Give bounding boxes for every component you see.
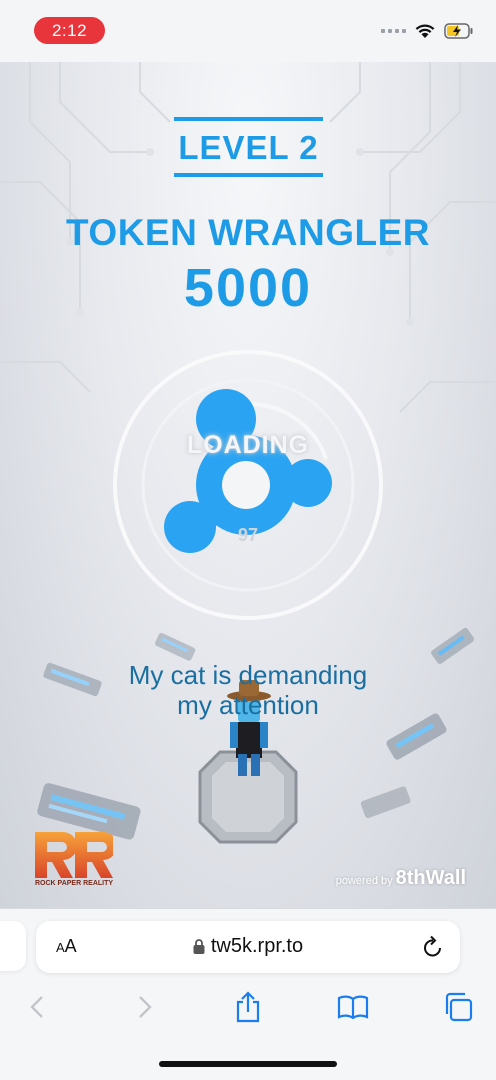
loading-message: My cat is demanding my attention bbox=[0, 660, 496, 720]
loading-spinner bbox=[113, 350, 383, 620]
rock-paper-reality-logo: ROCK PAPER REALITY bbox=[35, 832, 117, 892]
message-line-1: My cat is demanding bbox=[128, 660, 368, 690]
status-bar: 2:12 bbox=[0, 0, 496, 62]
browser-chrome: AA tw5k.rpr.to bbox=[0, 908, 496, 1080]
address-bar[interactable]: AA tw5k.rpr.to bbox=[36, 921, 460, 973]
powered-by-badge[interactable]: powered by 8thWall bbox=[336, 867, 466, 890]
message-line-2: my attention bbox=[177, 690, 319, 720]
share-icon[interactable] bbox=[228, 987, 268, 1027]
rpr-logo-icon bbox=[35, 832, 117, 878]
loading-label: LOADING bbox=[186, 431, 310, 459]
status-time[interactable]: 2:12 bbox=[34, 17, 105, 44]
tabs-icon[interactable] bbox=[438, 987, 478, 1027]
bookmarks-icon[interactable] bbox=[333, 987, 373, 1027]
game-title: TOKEN WRANGLER bbox=[66, 212, 430, 253]
home-indicator[interactable] bbox=[159, 1061, 337, 1067]
previous-tab-peek[interactable] bbox=[0, 921, 26, 971]
status-icons bbox=[381, 22, 474, 39]
signal-dots-icon bbox=[381, 28, 406, 33]
wifi-icon bbox=[415, 24, 435, 38]
level-banner: LEVEL 2 bbox=[174, 117, 323, 177]
score-value: 5000 bbox=[183, 258, 313, 318]
url-display[interactable]: tw5k.rpr.to bbox=[36, 935, 460, 958]
screen: 2:12 LEVEL 2 TOKEN WRANGLER 5000 LOADING… bbox=[0, 0, 496, 1080]
level-bottom-line bbox=[174, 173, 323, 177]
powered-prefix: powered by bbox=[335, 875, 393, 887]
reload-icon[interactable] bbox=[422, 935, 444, 959]
loading-progress: 97 bbox=[237, 525, 259, 545]
forward-icon[interactable] bbox=[125, 987, 165, 1027]
logo-text: ROCK PAPER REALITY bbox=[35, 880, 114, 887]
battery-charging-icon bbox=[444, 22, 473, 39]
lock-icon bbox=[193, 939, 205, 955]
powered-brand: 8thWall bbox=[395, 867, 466, 889]
game-canvas[interactable]: LEVEL 2 TOKEN WRANGLER 5000 LOADING 97 M… bbox=[0, 62, 496, 908]
level-label: LEVEL 2 bbox=[178, 129, 319, 166]
url-text: tw5k.rpr.to bbox=[210, 935, 304, 957]
back-icon[interactable] bbox=[17, 987, 57, 1027]
browser-toolbar bbox=[0, 987, 496, 1027]
